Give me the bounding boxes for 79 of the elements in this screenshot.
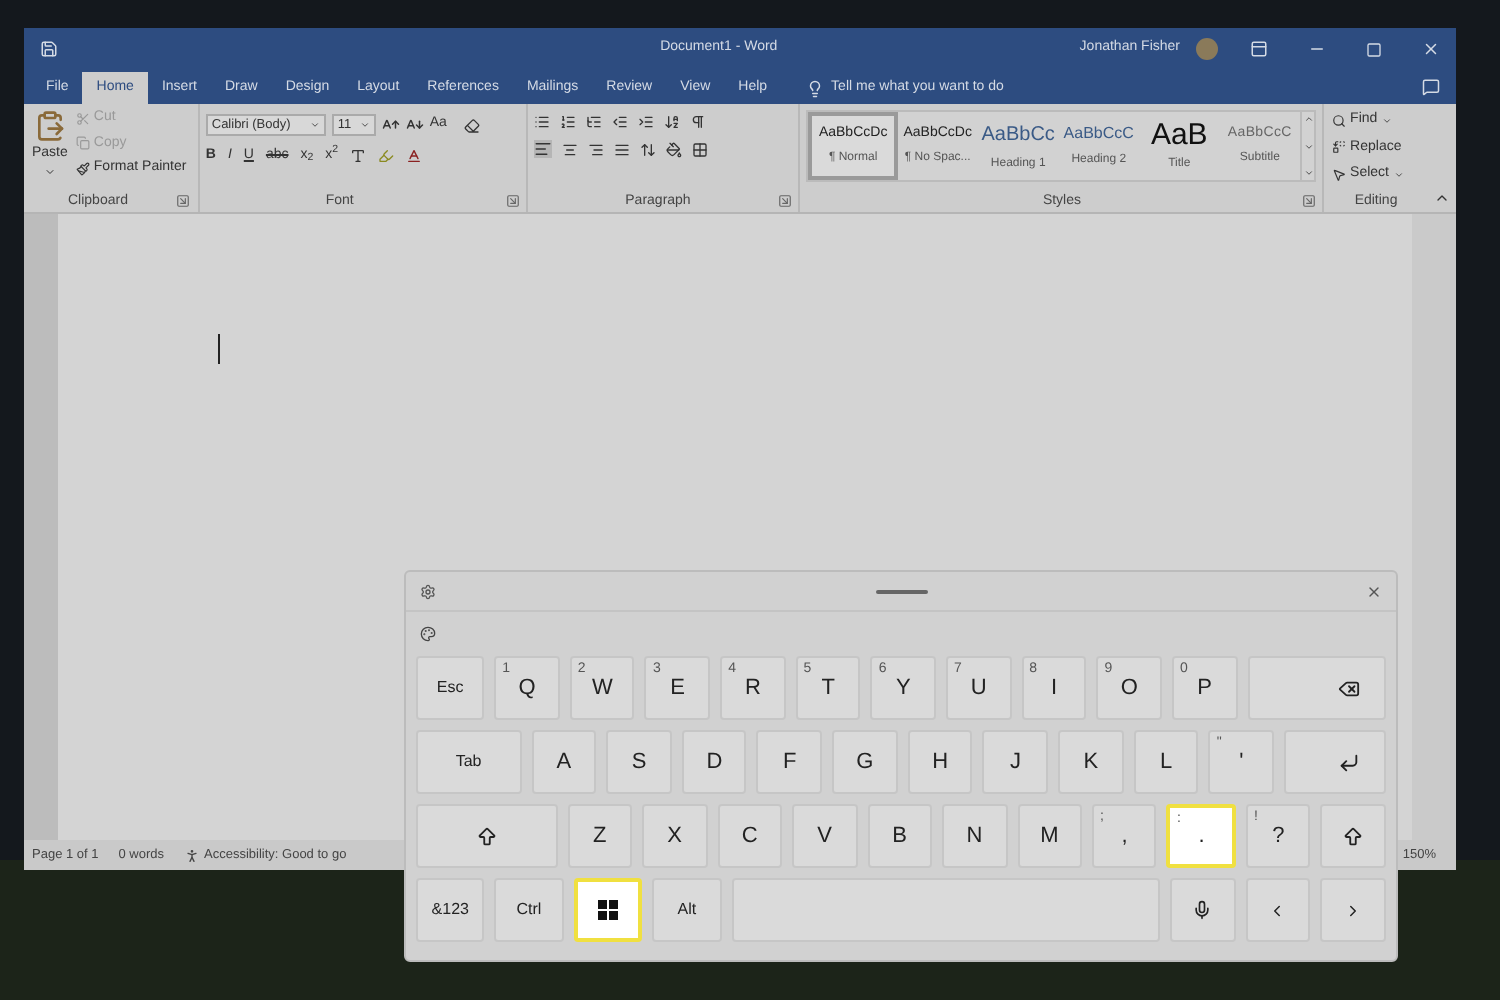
keyboard-key[interactable]: &123 [416,878,485,942]
grow-font-icon[interactable] [381,116,400,134]
more-icon[interactable] [1303,168,1314,178]
numbering-icon[interactable] [559,114,576,130]
borders-icon[interactable] [691,141,708,157]
dropdown-icon[interactable] [359,120,370,130]
windows-logo-icon[interactable] [597,900,618,920]
keyboard-key[interactable]: A [531,730,597,794]
collapse-ribbon-icon[interactable] [1433,190,1450,206]
theme-icon[interactable] [420,626,436,642]
style-sample: AaBbCc [981,121,1055,149]
ribbon-display-icon[interactable] [1250,40,1268,58]
keyboard-key[interactable]: H [907,730,973,794]
align-left-icon[interactable] [533,140,552,158]
paste-icon[interactable] [33,108,66,144]
keyboard-key[interactable]: D [681,730,747,794]
keyboard-key[interactable]: L [1133,730,1199,794]
drag-handle[interactable] [875,589,927,593]
eraser-icon[interactable] [464,117,481,133]
maximize-icon[interactable] [1366,41,1382,57]
keyboard-key[interactable]: G [832,730,898,794]
comments-icon[interactable] [1422,78,1440,96]
align-center-icon[interactable] [561,141,578,157]
keyboard-key[interactable]: M [1017,804,1082,868]
close-icon[interactable] [1366,583,1382,599]
keyboard-key[interactable]: X [642,804,708,868]
keyboard-key[interactable]: Esc [416,656,485,720]
save-icon[interactable] [40,40,58,58]
paint-bucket-icon[interactable] [665,141,682,157]
dialog-launcher-icon[interactable] [505,194,520,208]
dropdown-icon[interactable] [309,120,320,130]
keyboard-key[interactable]: K [1058,730,1124,794]
shrink-font-icon[interactable] [405,116,424,134]
backspace-icon[interactable] [1337,677,1360,699]
keyboard-key[interactable]: Ctrl [494,878,564,942]
dropdown-icon[interactable] [1381,115,1392,126]
settings-icon[interactable] [420,583,436,599]
style-sample: AaB [1150,119,1208,149]
dropdown-icon[interactable] [43,165,56,177]
text-cursor [218,334,220,364]
shift-icon[interactable] [1342,825,1365,847]
multilevel-list-icon[interactable] [585,114,602,130]
keyboard-key[interactable]: N [942,804,1008,868]
style-sample: AaBbCcC [1063,122,1134,146]
paintbrush-icon[interactable] [75,161,90,176]
keyboard-key[interactable]: V [792,804,858,868]
keyboard-key[interactable]: C [717,804,783,868]
microphone-icon[interactable] [1192,900,1213,920]
decrease-indent-icon[interactable] [611,114,628,130]
accessibility-icon[interactable] [184,847,201,863]
pilcrow-icon[interactable] [689,114,706,130]
dialog-launcher-icon[interactable] [175,194,190,208]
dialog-launcher-icon[interactable] [778,194,793,208]
increase-indent-icon[interactable] [637,114,654,130]
dropdown-icon[interactable] [1393,169,1404,180]
keyboard-key[interactable]: S [606,730,672,794]
scroll-down-icon[interactable] [1303,141,1314,151]
align-right-icon[interactable] [587,141,604,157]
font-color-icon[interactable] [406,148,423,165]
dialog-launcher-icon[interactable] [1302,194,1317,208]
keyboard-key[interactable]: Alt [652,878,722,942]
keyboard-key[interactable]: J [982,730,1049,794]
shift-icon[interactable] [475,825,498,847]
line-spacing-icon[interactable] [639,141,656,157]
enter-icon[interactable] [1338,751,1360,773]
search-icon[interactable] [1332,113,1347,128]
lightbulb-icon[interactable] [805,79,824,97]
keyboard-key[interactable]: F [756,730,823,794]
pointer-icon[interactable] [1332,167,1347,182]
vertical-scrollbar[interactable] [1412,214,1456,840]
keyboard-key[interactable] [573,878,643,942]
keyboard-key[interactable]: Z [567,804,633,868]
keyboard-key[interactable]: B [867,804,933,868]
sort-icon[interactable] [663,114,680,130]
bullets-icon[interactable] [533,114,550,130]
justify-icon[interactable] [613,141,630,157]
keyboard-key[interactable]: Tab [416,730,522,794]
scroll-up-icon[interactable] [1303,114,1314,124]
text-effects-icon[interactable] [350,148,367,165]
